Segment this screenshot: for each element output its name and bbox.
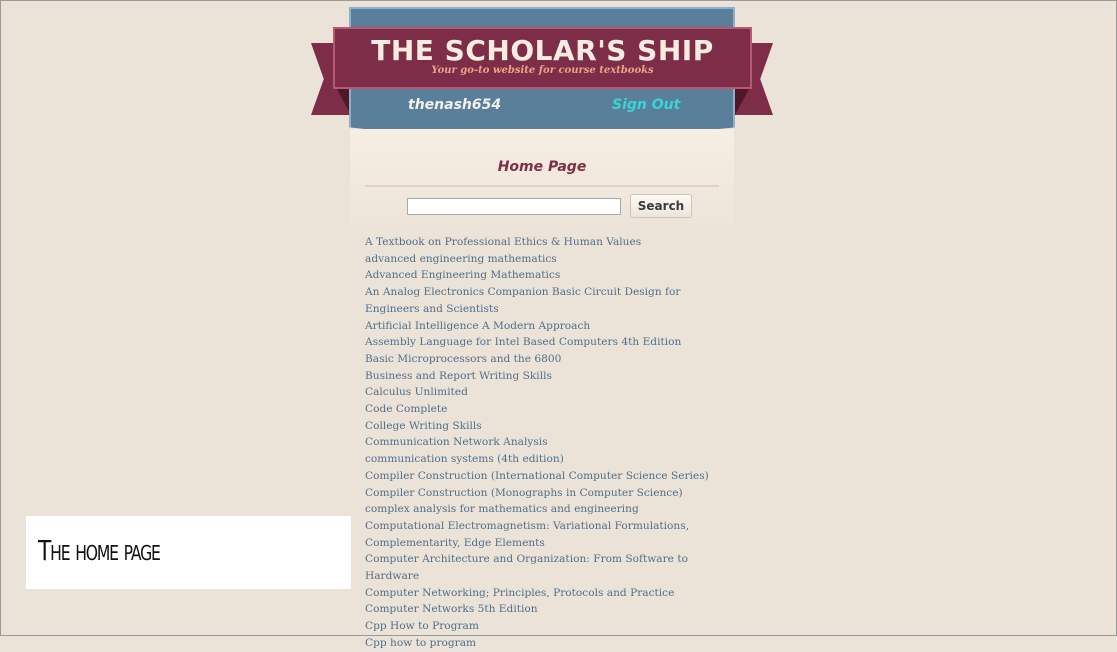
book-link[interactable]: Computer Networks 5th Edition bbox=[365, 601, 717, 618]
book-link[interactable]: Compiler Construction (International Com… bbox=[365, 468, 717, 485]
site-title: THE SCHOLAR'S SHIP bbox=[371, 34, 714, 67]
book-link[interactable]: Communication Network Analysis bbox=[365, 434, 717, 451]
book-link[interactable]: Cpp how to program bbox=[365, 635, 717, 652]
book-link[interactable]: Calculus Unlimited bbox=[365, 384, 717, 401]
username-label: thenash654 bbox=[408, 97, 502, 113]
book-link[interactable]: College Writing Skills bbox=[365, 418, 717, 435]
search-button[interactable]: Search bbox=[630, 194, 692, 218]
book-link[interactable]: advanced engineering mathematics bbox=[365, 251, 717, 268]
caption-box: The home page bbox=[26, 516, 351, 589]
content-column bbox=[350, 129, 734, 239]
caption-text: The home page bbox=[38, 534, 161, 567]
book-link[interactable]: Computer Networking; Principles, Protoco… bbox=[365, 585, 717, 602]
sign-out-link[interactable]: Sign Out bbox=[612, 97, 680, 113]
book-link[interactable]: Computer Architecture and Organization: … bbox=[365, 551, 717, 584]
book-list: A Textbook on Professional Ethics & Huma… bbox=[365, 234, 717, 652]
book-link[interactable]: Artificial Intelligence A Modern Approac… bbox=[365, 318, 717, 335]
book-link[interactable]: Code Complete bbox=[365, 401, 717, 418]
title-ribbon: THE SCHOLAR'S SHIP Your go-to website fo… bbox=[333, 27, 752, 89]
book-link[interactable]: Compiler Construction (Monographs in Com… bbox=[365, 485, 717, 502]
book-link[interactable]: complex analysis for mathematics and eng… bbox=[365, 501, 717, 518]
book-link[interactable]: Basic Microprocessors and the 6800 bbox=[365, 351, 717, 368]
book-link[interactable]: A Textbook on Professional Ethics & Huma… bbox=[365, 234, 717, 251]
page-title: Home Page bbox=[497, 159, 587, 175]
book-link[interactable]: Computational Electromagnetism: Variatio… bbox=[365, 518, 717, 551]
book-link[interactable]: communication systems (4th edition) bbox=[365, 451, 717, 468]
book-link[interactable]: Business and Report Writing Skills bbox=[365, 368, 717, 385]
heading-divider bbox=[365, 185, 719, 187]
book-link[interactable]: Cpp How to Program bbox=[365, 618, 717, 635]
book-link[interactable]: An Analog Electronics Companion Basic Ci… bbox=[365, 284, 717, 317]
search-input[interactable] bbox=[407, 198, 621, 215]
book-link[interactable]: Advanced Engineering Mathematics bbox=[365, 267, 717, 284]
book-link[interactable]: Assembly Language for Intel Based Comput… bbox=[365, 334, 717, 351]
